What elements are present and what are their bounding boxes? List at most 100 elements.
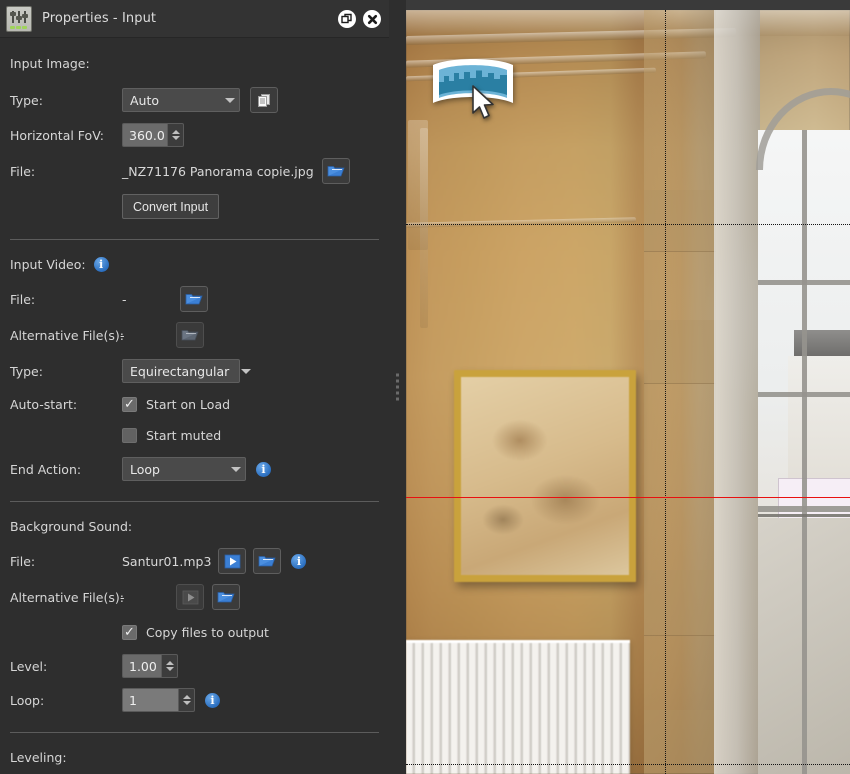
stone-block bbox=[644, 190, 716, 252]
properties-panel: Properties - Input Input Image: Type: Au… bbox=[0, 0, 389, 774]
autostart-label: Auto-start: bbox=[10, 396, 78, 412]
start-on-load-label[interactable]: Start on Load bbox=[146, 397, 230, 412]
end-action-row: End Action: Loop i bbox=[10, 457, 379, 481]
end-action-label: End Action: bbox=[10, 461, 82, 477]
input-image-file-value: _NZ71176 Panorama copie.jpg bbox=[122, 163, 314, 179]
loop-stepper-buttons[interactable] bbox=[178, 688, 195, 712]
chevron-down-icon bbox=[225, 97, 235, 103]
input-video-file-value: - bbox=[122, 291, 127, 307]
autostart-row: Auto-start: ✓ Start on Load bbox=[10, 393, 379, 415]
input-video-file-label: File: bbox=[10, 291, 36, 307]
input-video-altfiles-row: Alternative File(s): - bbox=[10, 322, 379, 348]
window-mullion-vertical-1 bbox=[802, 130, 807, 774]
stepper-down-icon[interactable] bbox=[165, 667, 174, 671]
stepper-up-icon[interactable] bbox=[165, 661, 174, 665]
open-folder-icon[interactable] bbox=[253, 548, 282, 574]
horizontal-fov-stepper[interactable]: 360.0 bbox=[122, 123, 184, 147]
horizontal-fov-label: Horizontal FoV: bbox=[10, 127, 104, 143]
info-icon[interactable]: i bbox=[205, 692, 220, 708]
open-folder-icon[interactable] bbox=[321, 158, 350, 184]
leveling-section-header: Leveling: bbox=[10, 749, 67, 765]
play-icon[interactable] bbox=[176, 584, 204, 610]
input-video-type-label: Type: bbox=[10, 363, 43, 379]
stepper-up-icon[interactable] bbox=[182, 695, 191, 699]
panorama-viewer[interactable] bbox=[406, 0, 850, 774]
restore-window-icon[interactable] bbox=[338, 10, 356, 28]
guide-line-horizontal-bottom bbox=[406, 764, 850, 765]
stepper-up-icon[interactable] bbox=[171, 130, 180, 134]
panel-splitter-grip[interactable] bbox=[396, 373, 399, 401]
input-video-type-select[interactable]: Equirectangular bbox=[122, 359, 252, 383]
horizontal-fov-input[interactable]: 360.0 bbox=[122, 123, 167, 147]
open-folder-icon[interactable] bbox=[180, 286, 208, 312]
input-image-section-header: Input Image: bbox=[10, 55, 90, 71]
loop-row: Loop: 1 i bbox=[10, 688, 379, 712]
input-video-heading: Input Video: bbox=[10, 256, 86, 272]
window-title: Properties - Input bbox=[42, 11, 157, 26]
radiator bbox=[406, 640, 630, 774]
input-image-type-label: Type: bbox=[10, 92, 43, 108]
end-action-select[interactable]: Loop bbox=[122, 457, 246, 481]
stepper-down-icon[interactable] bbox=[171, 136, 180, 140]
copy-files-row: ✓ Copy files to output bbox=[10, 621, 379, 643]
stone-block bbox=[644, 320, 716, 384]
info-icon[interactable]: i bbox=[291, 553, 307, 569]
panel-splitter[interactable] bbox=[389, 0, 406, 774]
open-folder-icon[interactable] bbox=[176, 322, 204, 348]
window-sill bbox=[758, 514, 850, 517]
input-video-type-value: Equirectangular bbox=[130, 363, 230, 379]
loop-input[interactable]: 1 bbox=[122, 688, 178, 712]
info-icon[interactable]: i bbox=[256, 461, 271, 477]
start-on-load-checkbox[interactable]: ✓ bbox=[122, 396, 137, 412]
input-image-file-row: File: _NZ71176 Panorama copie.jpg bbox=[10, 158, 379, 184]
properties-input-window: Properties - Input Input Image: Type: Au… bbox=[0, 0, 850, 774]
input-video-file-row: File: - bbox=[10, 286, 379, 312]
window-mullion-horizontal-1 bbox=[758, 280, 850, 285]
level-label: Level: bbox=[10, 658, 48, 674]
input-image-type-select[interactable]: Auto bbox=[122, 88, 240, 112]
info-icon[interactable]: i bbox=[93, 256, 109, 272]
open-folder-icon[interactable] bbox=[212, 584, 240, 610]
copy-files-label[interactable]: Copy files to output bbox=[146, 625, 269, 640]
stone-block bbox=[644, 570, 716, 636]
horizontal-fov-row: Horizontal FoV: 360.0 bbox=[10, 123, 379, 147]
stone-column bbox=[644, 10, 716, 774]
check-icon: ✓ bbox=[124, 396, 135, 412]
mixer-sliders-icon bbox=[6, 5, 32, 32]
convert-input-button[interactable]: Convert Input bbox=[122, 194, 220, 219]
level-stepper[interactable]: 1.00 bbox=[122, 654, 178, 678]
stepper-down-icon[interactable] bbox=[182, 701, 191, 705]
input-image-type-row: Type: Auto bbox=[10, 87, 379, 113]
background-sound-file-row: File: Santur01.mp3 i bbox=[10, 548, 379, 574]
panorama-hotspot-icon[interactable] bbox=[430, 55, 516, 113]
start-muted-checkbox[interactable] bbox=[122, 427, 137, 443]
chevron-down-icon bbox=[231, 466, 241, 472]
input-video-type-row: Type: Equirectangular bbox=[10, 359, 379, 383]
framed-painting bbox=[454, 370, 636, 582]
viewer-top-strip bbox=[406, 0, 850, 10]
background-sound-file-label: File: bbox=[10, 553, 36, 569]
copy-files-checkbox[interactable]: ✓ bbox=[122, 624, 137, 640]
loop-stepper[interactable]: 1 bbox=[122, 688, 195, 712]
chevron-down-icon bbox=[241, 368, 252, 374]
background-sound-altfiles-value: - bbox=[120, 589, 125, 605]
wall-conduit-2 bbox=[420, 128, 428, 328]
play-icon[interactable] bbox=[218, 548, 247, 574]
copy-documents-icon[interactable] bbox=[250, 87, 278, 113]
start-muted-label[interactable]: Start muted bbox=[146, 428, 221, 443]
arched-window bbox=[758, 130, 850, 774]
level-stepper-buttons[interactable] bbox=[161, 654, 178, 678]
titlebar-buttons bbox=[338, 0, 381, 38]
background-sound-altfiles-row: Alternative File(s): - bbox=[10, 584, 379, 610]
convert-input-row: Convert Input bbox=[10, 194, 379, 219]
close-icon[interactable] bbox=[363, 10, 381, 28]
section-divider-1 bbox=[10, 239, 379, 240]
input-image-type-value: Auto bbox=[130, 92, 160, 108]
horizontal-fov-stepper-buttons[interactable] bbox=[167, 123, 184, 147]
horizon-line bbox=[406, 497, 850, 498]
properties-form: Input Image: Type: Auto Horizontal FoV: … bbox=[0, 38, 389, 774]
level-input[interactable]: 1.00 bbox=[122, 654, 161, 678]
loop-label: Loop: bbox=[10, 692, 45, 708]
panorama-image[interactable] bbox=[406, 10, 850, 774]
check-icon: ✓ bbox=[124, 624, 135, 640]
